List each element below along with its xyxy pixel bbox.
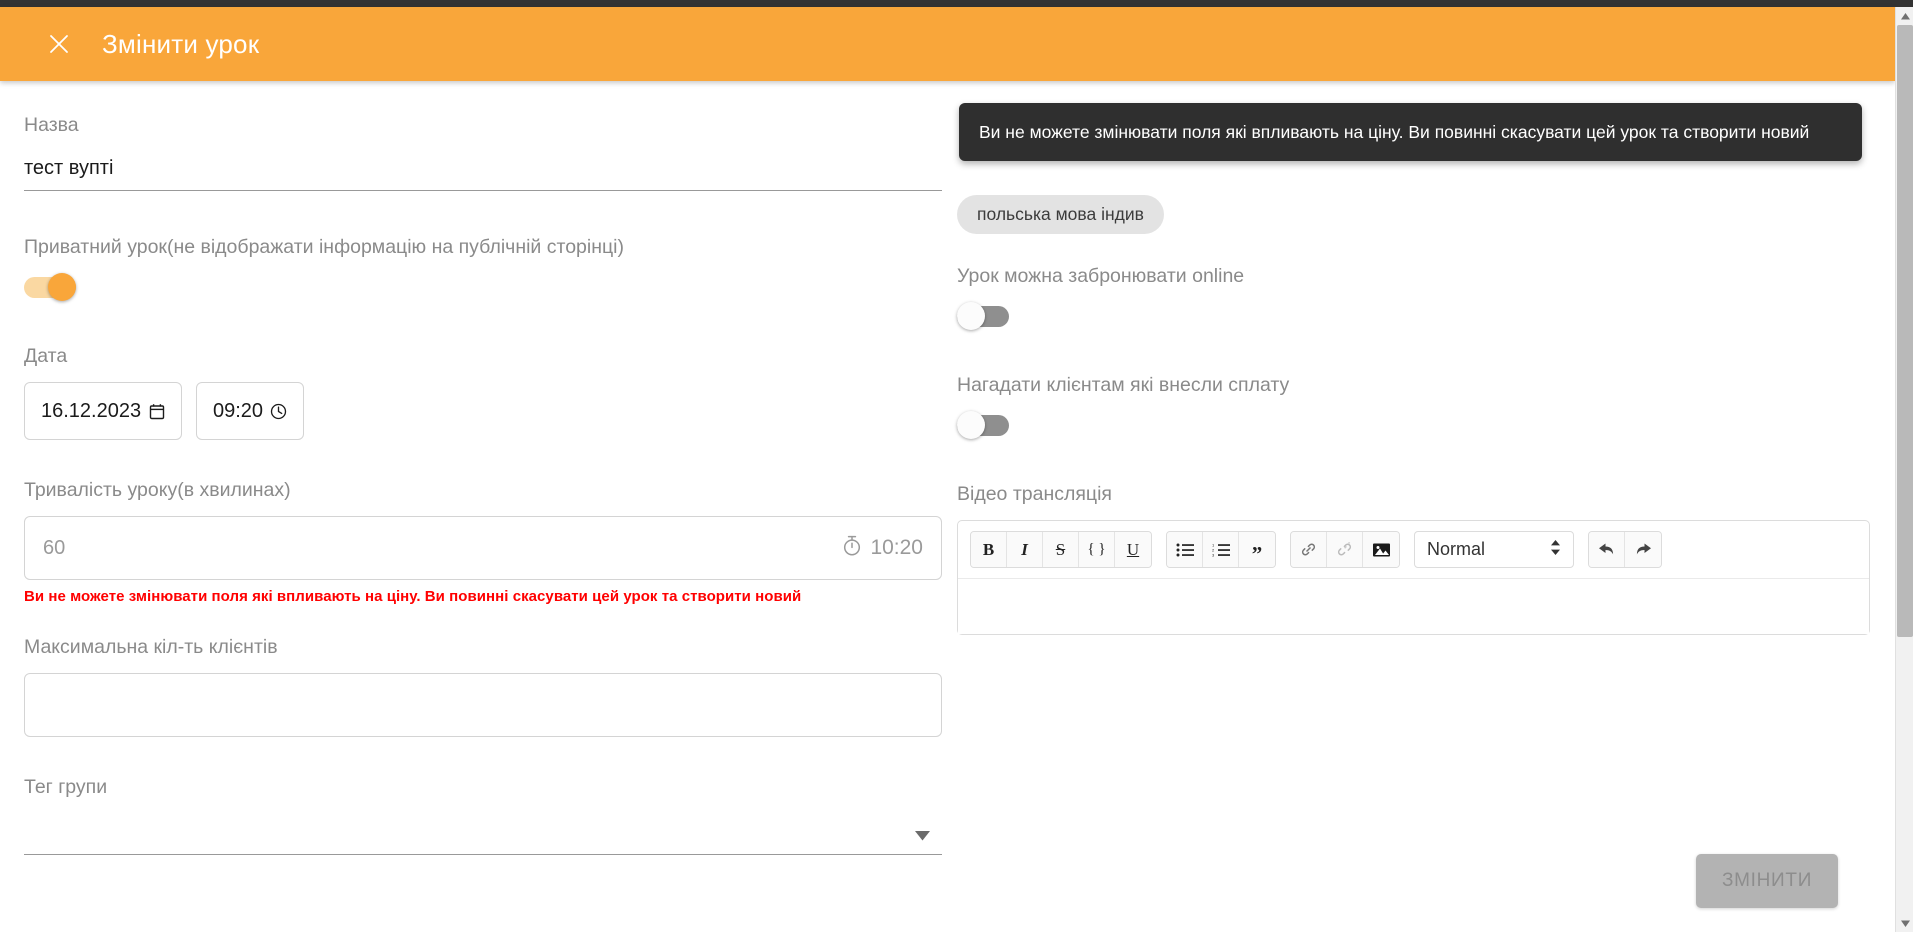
online-booking-toggle[interactable] bbox=[957, 302, 1013, 330]
time-input[interactable]: 09:20 bbox=[196, 382, 304, 440]
modal-edit-lesson: Змінити урок Назва Приватний урок(не від… bbox=[0, 0, 1913, 932]
name-label: Назва bbox=[24, 113, 950, 137]
modal-header: Змінити урок bbox=[0, 7, 1895, 81]
image-icon[interactable] bbox=[1363, 532, 1399, 567]
italic-icon[interactable]: I bbox=[1007, 532, 1043, 567]
bold-icon[interactable]: B bbox=[971, 532, 1007, 567]
remind-clients-toggle[interactable] bbox=[957, 411, 1013, 439]
strikethrough-icon[interactable]: S bbox=[1043, 532, 1079, 567]
underline-icon[interactable]: U bbox=[1115, 532, 1151, 567]
date-label: Дата bbox=[24, 344, 950, 368]
blockquote-icon[interactable]: ” bbox=[1239, 532, 1275, 567]
svg-text:3: 3 bbox=[1212, 552, 1215, 556]
group-tag-select[interactable] bbox=[24, 799, 942, 855]
editor-content[interactable] bbox=[958, 578, 1869, 634]
format-select[interactable]: Normal bbox=[1414, 531, 1574, 568]
remind-clients-label: Нагадати клієнтам які внесли сплату bbox=[957, 373, 1855, 397]
duration-placeholder: 60 bbox=[43, 537, 65, 560]
name-input[interactable] bbox=[24, 151, 942, 191]
chevron-updown-icon bbox=[1550, 539, 1561, 561]
lesson-type-chip[interactable]: польська мова індив bbox=[957, 195, 1164, 234]
right-column: Ви не можете змінювати поля які впливают… bbox=[957, 81, 1895, 932]
undo-icon[interactable] bbox=[1589, 532, 1625, 567]
page-scrollbar[interactable] bbox=[1895, 7, 1913, 932]
editor-toolbar-group-history bbox=[1588, 531, 1662, 568]
toggle-knob bbox=[957, 302, 985, 330]
online-booking-label: Урок можна забронювати online bbox=[957, 264, 1855, 288]
left-column: Назва Приватний урок(не відображати інфо… bbox=[0, 81, 950, 932]
link-icon[interactable] bbox=[1291, 532, 1327, 567]
submit-button[interactable]: ЗМІНИТИ bbox=[1696, 854, 1838, 908]
video-label: Відео трансляція bbox=[957, 482, 1855, 506]
duration-timer: 10:20 bbox=[841, 534, 923, 563]
max-clients-label: Максимальна кіл-ть клієнтів bbox=[24, 635, 950, 659]
close-button[interactable] bbox=[44, 29, 74, 59]
duration-input[interactable]: 60 10:20 bbox=[24, 516, 942, 580]
modal-body: Назва Приватний урок(не відображати інфо… bbox=[0, 81, 1895, 932]
chevron-down-icon bbox=[915, 828, 930, 846]
bullet-list-icon[interactable] bbox=[1167, 532, 1203, 567]
top-dark-strip bbox=[0, 0, 1913, 7]
editor-toolbar-group-insert bbox=[1290, 531, 1400, 568]
scrollbar-thumb[interactable] bbox=[1897, 25, 1913, 637]
time-value: 09:20 bbox=[213, 400, 263, 423]
max-clients-input[interactable] bbox=[24, 673, 942, 737]
clock-icon[interactable] bbox=[270, 403, 287, 420]
redo-icon[interactable] bbox=[1625, 532, 1661, 567]
editor-toolbar-group-format: B I S { } U bbox=[970, 531, 1152, 568]
private-lesson-toggle[interactable] bbox=[24, 273, 80, 301]
duration-label: Тривалість уроку(в хвилинах) bbox=[24, 478, 950, 502]
editor-toolbar: B I S { } U bbox=[958, 521, 1869, 578]
duration-error: Ви не можете змінювати поля які впливают… bbox=[24, 588, 950, 605]
rich-text-editor: B I S { } U bbox=[957, 520, 1870, 635]
ordered-list-icon[interactable]: 1 2 3 bbox=[1203, 532, 1239, 567]
price-warning-tooltip: Ви не можете змінювати поля які впливают… bbox=[959, 103, 1862, 161]
unlink-icon[interactable] bbox=[1327, 532, 1363, 567]
scroll-up-icon[interactable] bbox=[1896, 7, 1913, 25]
date-input[interactable]: 16.12.2023 bbox=[24, 382, 182, 440]
stopwatch-icon bbox=[841, 534, 863, 563]
scroll-down-icon[interactable] bbox=[1896, 914, 1913, 932]
page-title: Змінити урок bbox=[102, 29, 259, 60]
code-icon[interactable]: { } bbox=[1079, 532, 1115, 567]
toggle-knob bbox=[48, 273, 76, 301]
group-tag-label: Тег групи bbox=[24, 775, 950, 799]
datetime-row: 16.12.2023 09:20 bbox=[24, 382, 950, 440]
date-value: 16.12.2023 bbox=[41, 400, 141, 423]
format-select-value: Normal bbox=[1427, 539, 1550, 560]
calendar-icon[interactable] bbox=[149, 403, 165, 420]
editor-toolbar-group-lists: 1 2 3 ” bbox=[1166, 531, 1276, 568]
toggle-knob bbox=[957, 411, 985, 439]
private-lesson-label: Приватний урок(не відображати інформацію… bbox=[24, 235, 950, 259]
close-icon bbox=[47, 32, 71, 56]
stopwatch-value: 10:20 bbox=[870, 536, 923, 560]
